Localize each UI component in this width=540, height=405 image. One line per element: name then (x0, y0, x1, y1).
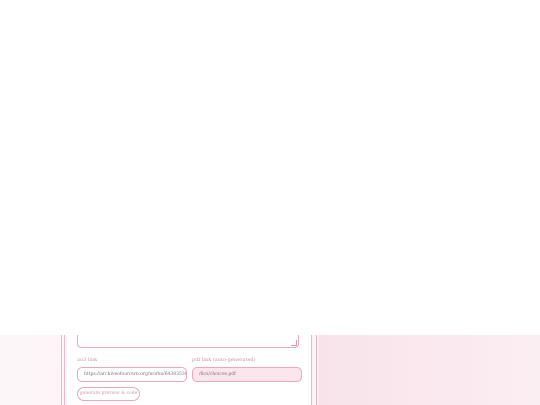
generate-preview-button[interactable]: generate preview & code (77, 387, 140, 401)
summary-textarea[interactable] (77, 335, 299, 348)
ao3-link-label: ao3 link (77, 357, 98, 363)
card-border-left-inner (64, 335, 65, 405)
resize-grip-icon[interactable] (291, 340, 297, 346)
page: ao3 link pdf link (auto-generated) https… (0, 0, 540, 405)
card-border-left-outer (61, 335, 62, 405)
preview-panel (319, 335, 540, 405)
fic-form-card: ao3 link pdf link (auto-generated) https… (67, 335, 311, 405)
pdf-link-label: pdf link (auto-generated) (192, 357, 256, 363)
editor-area: ao3 link pdf link (auto-generated) https… (0, 335, 540, 405)
pdf-link-input[interactable]: /fics/choices.pdf (192, 367, 302, 382)
ao3-link-input[interactable]: https://archiveofourown.org/works/643835… (77, 367, 187, 382)
card-border-right-inner (311, 335, 312, 405)
card-border-right-outer (316, 335, 317, 405)
